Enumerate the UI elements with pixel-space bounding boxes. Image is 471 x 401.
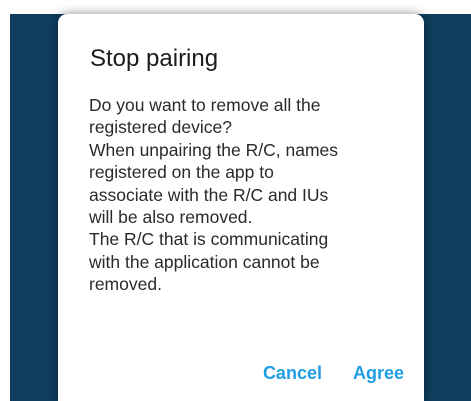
dialog-message-line: with the application cannot be [89,251,320,272]
dialog-message-line: will be also removed. [89,207,253,228]
agree-button[interactable]: Agree [353,362,404,384]
dialog-message-line: Do you want to remove all the [89,95,321,115]
background-edge-top [0,0,471,14]
dialog-message-line: removed. [89,274,162,295]
dialog-message: Do you want to remove all the registered… [89,94,407,296]
dialog-message-line: When unpairing the R/C, names [89,139,339,160]
dialog-message-line: associate with the R/C and IUs [89,184,329,205]
dialog-message-line: registered on the app to [89,162,274,183]
dialog-title: Stop pairing [90,45,219,72]
cancel-button[interactable]: Cancel [263,362,322,384]
dialog-message-line: registered device? [89,117,232,138]
dialog-message-line: The R/C that is communicating [89,229,329,250]
background-edge-left [0,0,10,401]
dialog-actions: Cancel Agree [263,362,404,384]
stop-pairing-dialog: Stop pairing Do you want to remove all t… [58,14,424,401]
